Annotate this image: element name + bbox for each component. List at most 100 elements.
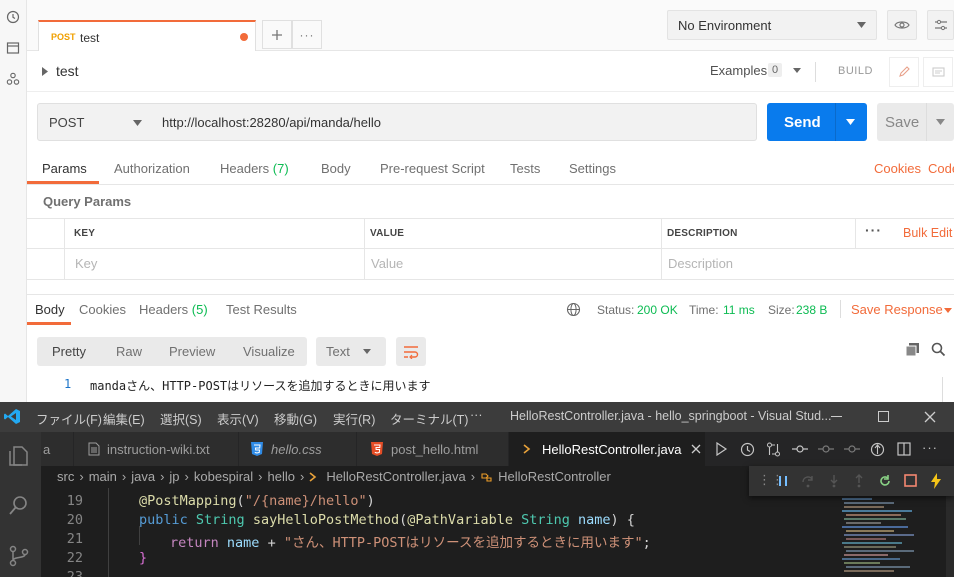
stop-icon[interactable]	[904, 474, 917, 487]
explorer-icon[interactable]	[7, 444, 31, 468]
menu-edit[interactable]: 編集(E)	[103, 409, 145, 428]
copy-icon[interactable]	[905, 342, 920, 356]
menu-terminal[interactable]: ターミナル(T)	[390, 409, 468, 428]
key-input[interactable]: Key	[75, 256, 97, 271]
minimize-icon[interactable]	[831, 416, 842, 417]
menu-selection[interactable]: 選択(S)	[160, 409, 202, 428]
breadcrumb-kobespiral[interactable]: kobespiral	[194, 469, 253, 484]
code-link[interactable]: Code	[928, 161, 954, 176]
chevron-right-icon[interactable]	[42, 67, 48, 76]
breadcrumb-jp[interactable]: jp	[169, 469, 179, 484]
chevron-down-icon[interactable]	[944, 308, 952, 313]
minimap[interactable]	[838, 496, 946, 577]
menu-file[interactable]: ファイル(F)	[36, 409, 102, 428]
hot-code-replace-icon[interactable]	[930, 473, 942, 489]
tab-settings[interactable]: Settings	[569, 161, 616, 176]
tab-options-button[interactable]: ···	[292, 20, 322, 49]
chevron-down-icon[interactable]	[846, 119, 855, 125]
environment-select[interactable]: No Environment	[667, 10, 877, 40]
new-tab-button[interactable]	[262, 20, 292, 49]
response-tab-body[interactable]: Body	[35, 302, 65, 317]
editor-tab-instruction-wiki[interactable]: instruction-wiki.txt	[74, 432, 239, 466]
breadcrumb-java[interactable]: java	[131, 469, 155, 484]
manage-environments-button[interactable]	[927, 10, 954, 40]
tab-body[interactable]: Body	[321, 161, 351, 176]
cookies-link[interactable]: Cookies	[874, 161, 921, 176]
examples-label[interactable]: Examples	[710, 63, 767, 78]
code-editor[interactable]: 19 20 21 22 23 @PostMapping("/{name}/hel…	[41, 488, 954, 577]
editor-tab-truncated[interactable]: a	[41, 432, 74, 466]
build-label[interactable]: BUILD	[838, 65, 873, 77]
pause-icon[interactable]	[777, 475, 789, 487]
column-header-description: DESCRIPTION	[667, 228, 738, 239]
menu-view[interactable]: 表示(V)	[217, 409, 259, 428]
compare-changes-icon[interactable]	[766, 442, 781, 457]
view-preview[interactable]: Preview	[169, 344, 215, 359]
menu-go[interactable]: 移動(G)	[274, 409, 317, 428]
step-into-icon[interactable]	[828, 474, 840, 488]
edit-button[interactable]	[889, 57, 919, 87]
source-control-icon[interactable]	[7, 544, 31, 568]
restart-icon[interactable]	[878, 474, 892, 488]
tab-tests[interactable]: Tests	[510, 161, 540, 176]
breadcrumb-hello[interactable]: hello	[268, 469, 295, 484]
wrap-lines-button[interactable]	[396, 337, 426, 366]
open-changes-icon[interactable]	[870, 442, 885, 457]
search-icon[interactable]	[7, 494, 31, 518]
globe-icon[interactable]	[566, 302, 581, 317]
tab-params[interactable]: Params	[42, 161, 87, 176]
response-tab-headers[interactable]: Headers (5)	[139, 302, 208, 317]
collections-icon[interactable]	[4, 39, 22, 57]
description-input[interactable]: Description	[668, 256, 733, 271]
tab-pre-request-script[interactable]: Pre-request Script	[380, 161, 485, 176]
scrollbar[interactable]	[942, 377, 943, 402]
bulk-edit-link[interactable]: Bulk Edit	[903, 226, 952, 240]
table-border	[27, 248, 954, 249]
method-select[interactable]: POST	[37, 103, 153, 141]
search-icon[interactable]	[931, 342, 946, 357]
previous-change-icon[interactable]	[818, 443, 834, 455]
send-button[interactable]: Send	[767, 103, 867, 141]
step-over-icon[interactable]	[801, 474, 815, 488]
breadcrumb-main[interactable]: main	[89, 469, 117, 484]
next-change-icon[interactable]	[844, 443, 860, 455]
tab-authorization[interactable]: Authorization	[114, 161, 190, 176]
apis-icon[interactable]	[4, 70, 22, 88]
git-commit-icon[interactable]	[792, 443, 808, 455]
breadcrumb-src[interactable]: src	[57, 469, 74, 484]
url-input[interactable]	[152, 103, 757, 141]
menu-more[interactable]: ···	[470, 408, 483, 422]
timeline-icon[interactable]	[740, 442, 755, 457]
close-icon[interactable]	[691, 444, 701, 454]
menu-run[interactable]: 実行(R)	[333, 409, 375, 428]
response-tab-cookies[interactable]: Cookies	[79, 302, 126, 317]
save-button[interactable]: Save	[877, 103, 954, 141]
close-icon[interactable]	[924, 411, 936, 423]
history-icon[interactable]	[4, 8, 22, 26]
chevron-down-icon[interactable]	[936, 119, 945, 125]
value-input[interactable]: Value	[371, 256, 403, 271]
split-editor-icon[interactable]	[897, 442, 911, 456]
tab-headers[interactable]: Headers (7)	[220, 161, 289, 176]
run-icon[interactable]	[714, 442, 728, 456]
view-raw[interactable]: Raw	[116, 344, 142, 359]
view-visualize[interactable]: Visualize	[243, 344, 295, 359]
view-pretty[interactable]: Pretty	[52, 344, 86, 359]
editor-tab-post-hello-html[interactable]: post_hello.html	[357, 432, 509, 466]
step-out-icon[interactable]	[853, 474, 865, 488]
format-select[interactable]: Text	[316, 337, 386, 366]
editor-tab-hello-css[interactable]: hello.css	[239, 432, 357, 466]
tab-test[interactable]: POST test	[38, 20, 256, 51]
save-response-button[interactable]: Save Response	[851, 302, 943, 317]
more-options-icon[interactable]: ···	[865, 222, 882, 238]
more-actions-icon[interactable]: ···	[922, 440, 938, 455]
response-tab-test-results[interactable]: Test Results	[226, 302, 297, 317]
chevron-down-icon[interactable]	[793, 68, 801, 73]
scrollbar[interactable]	[946, 496, 954, 577]
environment-quick-look-button[interactable]	[887, 10, 917, 40]
maximize-icon[interactable]	[878, 411, 889, 422]
editor-tab-hellorestcontroller[interactable]: HelloRestController.java	[509, 432, 706, 466]
breadcrumb-file[interactable]: HelloRestController.java	[326, 469, 465, 484]
comments-button[interactable]	[923, 57, 953, 87]
breadcrumb-class[interactable]: HelloRestController	[498, 469, 611, 484]
